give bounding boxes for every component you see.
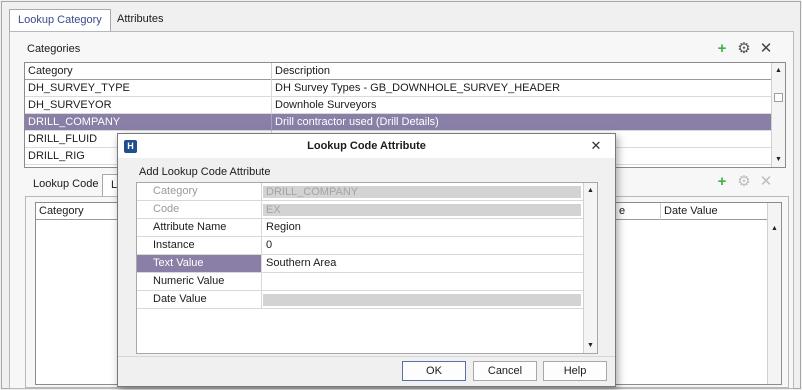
help-button[interactable]: Help bbox=[543, 361, 607, 381]
property-grid-scrollbar[interactable]: ▲ ▼ bbox=[583, 183, 597, 353]
tab-attributes[interactable]: Attributes bbox=[109, 9, 171, 32]
column-header-date-value[interactable]: Date Value bbox=[660, 203, 767, 220]
text-value-field[interactable]: Southern Area bbox=[263, 255, 583, 272]
attribute-name-field[interactable]: Region bbox=[263, 219, 583, 236]
property-row-category: Category DRILL_COMPANY bbox=[137, 183, 583, 201]
scroll-down-arrow-icon[interactable]: ▼ bbox=[584, 339, 597, 352]
property-grid: Category DRILL_COMPANY Code EX Attribute… bbox=[136, 182, 598, 354]
scroll-thumb[interactable] bbox=[774, 93, 783, 102]
column-header-partial[interactable]: e bbox=[616, 203, 656, 220]
property-label: Date Value bbox=[137, 291, 262, 308]
categories-vertical-scrollbar[interactable]: ▲ ▼ bbox=[771, 63, 785, 167]
table-row[interactable]: DH_SURVEYOR Downhole Surveyors bbox=[25, 97, 771, 114]
property-row-numeric-value[interactable]: Numeric Value bbox=[137, 273, 583, 291]
scroll-up-arrow-icon[interactable]: ▲ bbox=[584, 184, 597, 197]
cell-description: Downhole Surveyors bbox=[271, 97, 771, 114]
tab-lookup-category[interactable]: Lookup Category bbox=[9, 9, 111, 32]
property-label: Attribute Name bbox=[137, 219, 262, 236]
column-header-category[interactable]: Category bbox=[25, 63, 271, 80]
table-row[interactable]: DH_SURVEY_TYPE DH Survey Types - GB_DOWN… bbox=[25, 80, 771, 97]
property-row-attribute-name[interactable]: Attribute Name Region bbox=[137, 219, 583, 237]
property-value-code: EX bbox=[263, 204, 581, 216]
lookup-code-vertical-scrollbar[interactable]: ▲ bbox=[767, 203, 781, 384]
column-header-description[interactable]: Description bbox=[271, 63, 771, 80]
tab-lookup-code[interactable]: Lookup Code bbox=[25, 174, 106, 197]
cancel-button[interactable]: Cancel bbox=[473, 361, 537, 381]
ok-button[interactable]: OK bbox=[402, 361, 466, 381]
table-row-selected[interactable]: DRILL_COMPANY Drill contractor used (Dri… bbox=[25, 114, 771, 131]
dialog-title-bar: H Lookup Code Attribute ✕ bbox=[118, 134, 615, 158]
gear-icon[interactable]: ⚙ bbox=[737, 41, 751, 56]
gear-icon: ⚙ bbox=[737, 173, 751, 190]
numeric-value-field[interactable] bbox=[263, 273, 583, 290]
instance-field[interactable]: 0 bbox=[263, 237, 583, 254]
property-label: Category bbox=[137, 183, 262, 200]
dialog-close-icon[interactable]: ✕ bbox=[588, 138, 604, 154]
scroll-up-arrow-icon[interactable]: ▲ bbox=[768, 222, 781, 235]
property-value-category: DRILL_COMPANY bbox=[263, 186, 581, 198]
cell-description: DH Survey Types - GB_DOWNHOLE_SURVEY_HEA… bbox=[271, 80, 771, 97]
cell-category: DH_SURVEYOR bbox=[28, 99, 112, 111]
dialog-title: Lookup Code Attribute bbox=[307, 140, 426, 152]
cell-description: Drill contractor used (Drill Details) bbox=[271, 114, 771, 131]
plus-icon[interactable]: + bbox=[715, 41, 729, 56]
date-value-field bbox=[263, 294, 581, 306]
scroll-down-arrow-icon[interactable]: ▼ bbox=[772, 153, 785, 166]
property-row-instance[interactable]: Instance 0 bbox=[137, 237, 583, 255]
close-icon: ✕ bbox=[759, 173, 773, 190]
cell-category: DRILL_COMPANY bbox=[28, 116, 121, 128]
dialog-divider bbox=[118, 356, 615, 357]
property-label: Code bbox=[137, 201, 262, 218]
property-label: Numeric Value bbox=[137, 273, 262, 290]
property-label: Text Value bbox=[137, 255, 262, 272]
property-row-code: Code EX bbox=[137, 201, 583, 219]
property-label: Instance bbox=[137, 237, 262, 254]
lookup-code-attribute-dialog: H Lookup Code Attribute ✕ Add Lookup Cod… bbox=[117, 133, 616, 387]
property-row-text-value[interactable]: Text Value Southern Area bbox=[137, 255, 583, 273]
scroll-up-arrow-icon[interactable]: ▲ bbox=[772, 64, 785, 77]
cell-category: DH_SURVEY_TYPE bbox=[28, 82, 130, 94]
categories-title: Categories bbox=[27, 43, 81, 55]
close-icon[interactable]: ✕ bbox=[759, 41, 773, 56]
dialog-section-label: Add Lookup Code Attribute bbox=[139, 166, 271, 178]
plus-icon[interactable]: + bbox=[715, 174, 729, 189]
property-row-date-value: Date Value bbox=[137, 291, 583, 309]
categories-header-row: Category Description bbox=[25, 63, 771, 80]
